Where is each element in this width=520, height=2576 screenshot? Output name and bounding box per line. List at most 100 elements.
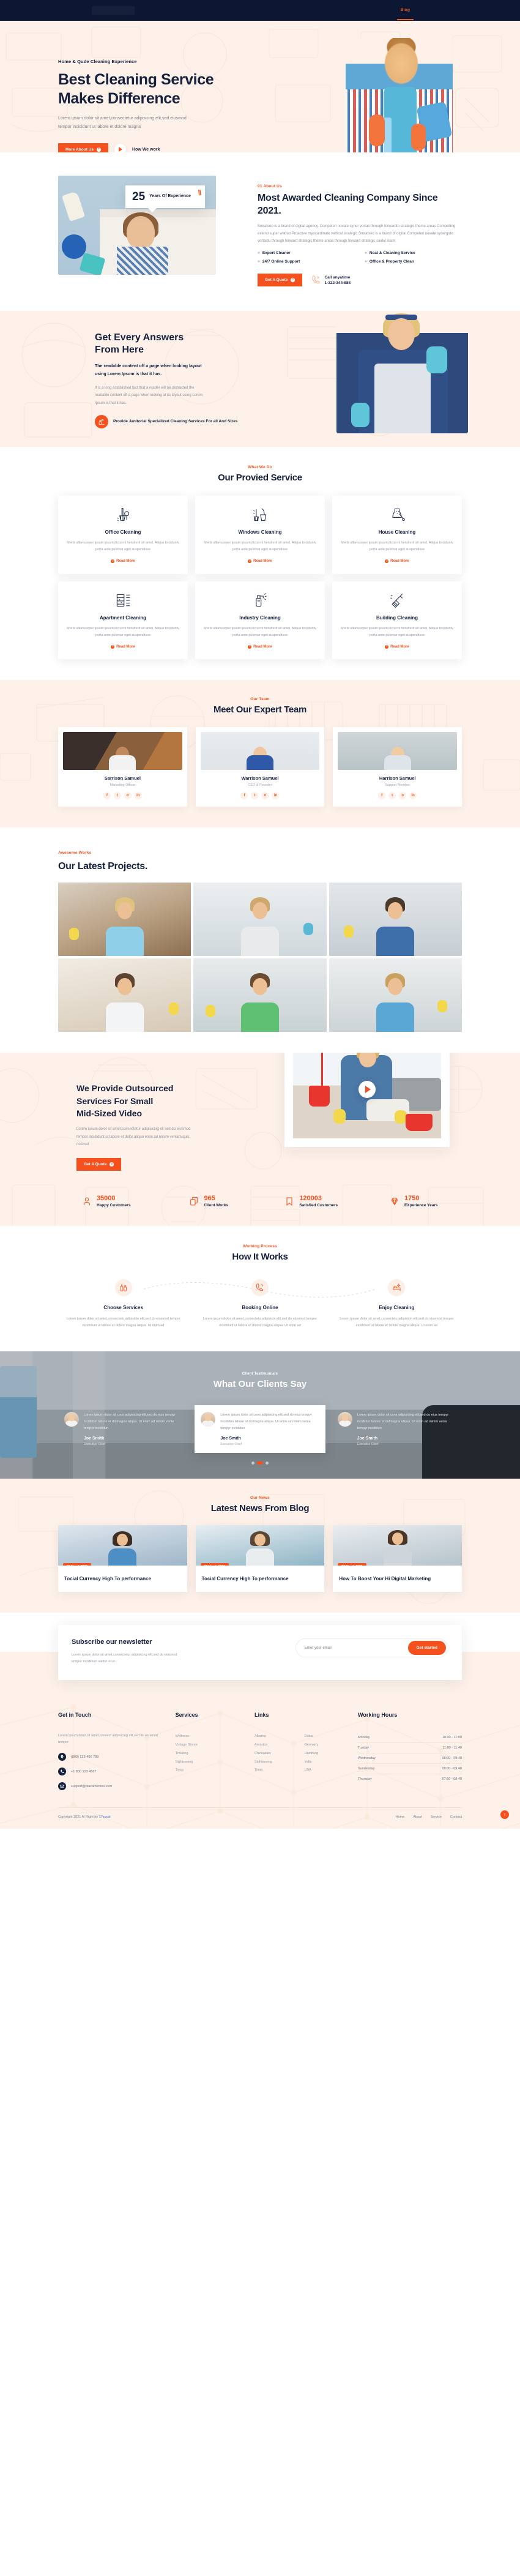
experience-number: 25 (132, 190, 146, 203)
service-name: Building Cleaning (376, 614, 418, 621)
carousel-dot-active[interactable] (257, 1461, 263, 1465)
outsourced-title-line-3: Mid-Sized Video (76, 1108, 143, 1118)
footer-service-link[interactable]: Vintage Stores (176, 1741, 245, 1750)
footer-link[interactable]: Anniston (254, 1741, 299, 1750)
twitter-icon[interactable]: t (251, 791, 259, 799)
site-logo[interactable] (92, 6, 135, 15)
footer-link[interactable]: India (304, 1758, 348, 1767)
outsourced-title-line-1: We Provide Outsourced (76, 1083, 174, 1094)
facebook-icon[interactable]: f (378, 791, 386, 799)
blog-card[interactable]: 26 March 2021 Tocial Currency High To pe… (58, 1525, 187, 1592)
read-more-label: Read More (390, 644, 409, 649)
team-card[interactable]: Harrison Samuel Support Member f t o in (333, 726, 462, 807)
project-thumbnail[interactable] (193, 883, 327, 957)
how-step-desc: Lorem ipsum dolor sit amet,consectetu ad… (340, 1316, 454, 1327)
service-card[interactable]: House Cleaning Morbi ullamcorper ipsum i… (332, 496, 462, 574)
footer-service-link[interactable]: Wellness (176, 1733, 245, 1741)
testimonial-card[interactable]: Lorem ipsum dolor sit cons adipisicing e… (332, 1405, 462, 1453)
footer-contact-row[interactable]: support@plazathemes.com (58, 1782, 166, 1791)
service-card[interactable]: Office Cleaning Morbi ullamcorper ipsum … (58, 496, 188, 574)
testimonial-card[interactable]: Lorem ipsum dolor sit cons adipisicing e… (58, 1405, 188, 1453)
more-about-us-button[interactable]: More About Us + (58, 143, 108, 152)
footer-link[interactable]: Albama (254, 1733, 299, 1741)
service-card[interactable]: Industry Cleaning Morbi ullamcorper ipsu… (195, 581, 325, 660)
footer-link[interactable]: Germany (304, 1741, 348, 1750)
get-a-quote-button[interactable]: Get A Quote + (258, 273, 303, 286)
read-more-link[interactable]: + Read More (248, 644, 272, 649)
project-thumbnail[interactable] (58, 958, 191, 1032)
instagram-icon[interactable]: o (399, 791, 407, 799)
read-more-link[interactable]: + Read More (385, 559, 409, 564)
footer-service-link[interactable]: Sightseeing (176, 1758, 245, 1767)
footer-link[interactable]: USA (304, 1766, 348, 1775)
time-label: 08:00 - 09:40 (442, 1767, 462, 1771)
team-member-role: Support Member (385, 783, 410, 787)
projects-title: Our Latest Projects. (58, 861, 148, 872)
nav-item-blog[interactable]: Blog (396, 8, 414, 20)
footer-link[interactable]: Tours (254, 1766, 299, 1775)
blog-card[interactable]: 26 March 2021 How To Boost Your Hi Digit… (333, 1525, 462, 1592)
service-card[interactable]: Building Cleaning Morbi ullamcorper ipsu… (332, 581, 462, 660)
bookmark-icon (284, 1197, 294, 1206)
call-number[interactable]: 1-322-344-888 (324, 281, 351, 285)
plus-icon: + (385, 644, 389, 649)
instagram-icon[interactable]: o (124, 791, 132, 799)
read-more-link[interactable]: + Read More (111, 559, 135, 564)
facebook-icon[interactable]: f (240, 791, 248, 799)
mop-icon (67, 506, 179, 524)
copyright-link[interactable]: 17sucai (99, 1815, 111, 1819)
project-thumbnail[interactable] (329, 958, 462, 1032)
service-card[interactable]: Windows Cleaning Morbi ullamcorper ipsum… (195, 496, 325, 574)
answers-title: Get Every Answers From Here (95, 332, 260, 357)
team-member-role: Marketing Officar (110, 783, 136, 787)
footer-nav-contact[interactable]: Contact (450, 1815, 462, 1819)
footer-link[interactable]: Dubai (304, 1733, 348, 1741)
cleaning-badge-icon (95, 414, 108, 428)
team-member-name: Harrison Samuel (379, 775, 416, 781)
footer-nav-home[interactable]: Home (396, 1815, 405, 1819)
service-card[interactable]: Apartment Cleaning Morbi ullamcorper ips… (58, 581, 188, 660)
footer-service-link[interactable]: Trekking (176, 1750, 245, 1758)
how-we-work-label[interactable]: How We work (132, 147, 160, 152)
about-media: 25 Years Of Experience \\ (58, 176, 242, 275)
footer-link[interactable]: Hamburg (304, 1750, 348, 1758)
read-more-link[interactable]: + Read More (385, 644, 409, 649)
user-icon (82, 1197, 92, 1206)
read-more-link[interactable]: + Read More (111, 644, 135, 649)
footer-nav-service[interactable]: Service (431, 1815, 442, 1819)
carousel-dot[interactable] (251, 1461, 254, 1465)
call-label: Call anyatime (324, 275, 351, 280)
team-card[interactable]: Warrison Samuel CEO & Founder f t o in (195, 726, 325, 807)
instagram-icon[interactable]: o (261, 791, 269, 799)
blog-card[interactable]: 26 March 2021 Tocial Currency High To pe… (195, 1525, 325, 1592)
footer-nav-about[interactable]: About (413, 1815, 422, 1819)
footer-link[interactable]: Sightseeing (254, 1758, 299, 1767)
email-input[interactable] (305, 1646, 408, 1650)
video-play-button[interactable] (358, 1081, 376, 1099)
linkedin-icon[interactable]: in (134, 791, 142, 799)
service-name: Office Cleaning (105, 529, 141, 536)
twitter-icon[interactable]: t (388, 791, 396, 799)
team-card[interactable]: Sarrison Samuel Marketing Officar f t o … (58, 726, 187, 807)
team-photo (338, 731, 457, 770)
read-more-link[interactable]: + Read More (248, 559, 272, 564)
carousel-dot[interactable] (266, 1461, 269, 1465)
twitter-icon[interactable]: t (113, 791, 121, 799)
linkedin-icon[interactable]: in (272, 791, 280, 799)
footer-link[interactable]: Chickasaw (254, 1750, 299, 1758)
service-description: Morbi ullamcorper ipsum ipsum,dictu mi h… (341, 626, 453, 637)
services-title: Our Provied Service (218, 472, 302, 483)
linkedin-icon[interactable]: in (409, 791, 417, 799)
project-thumbnail[interactable] (193, 958, 327, 1032)
get-started-button[interactable]: Get started (407, 1641, 446, 1656)
project-thumbnail[interactable] (58, 883, 191, 957)
facebook-icon[interactable]: f (103, 791, 111, 799)
footer-service-link[interactable]: Tours (176, 1766, 245, 1775)
footer-contact-row[interactable]: (800) 123-456 789 (58, 1753, 166, 1761)
outsourced-quote-button[interactable]: Get A Quote + (76, 1158, 122, 1171)
working-hours-row: Monday 10:00 - 11:00 (357, 1733, 462, 1744)
footer-contact-row[interactable]: +1 800 123 4567 (58, 1768, 166, 1776)
play-video-button[interactable] (114, 143, 126, 152)
testimonial-card[interactable]: Lorem ipsum dolor sit cons adipisicing e… (195, 1405, 325, 1453)
project-thumbnail[interactable] (329, 883, 462, 957)
